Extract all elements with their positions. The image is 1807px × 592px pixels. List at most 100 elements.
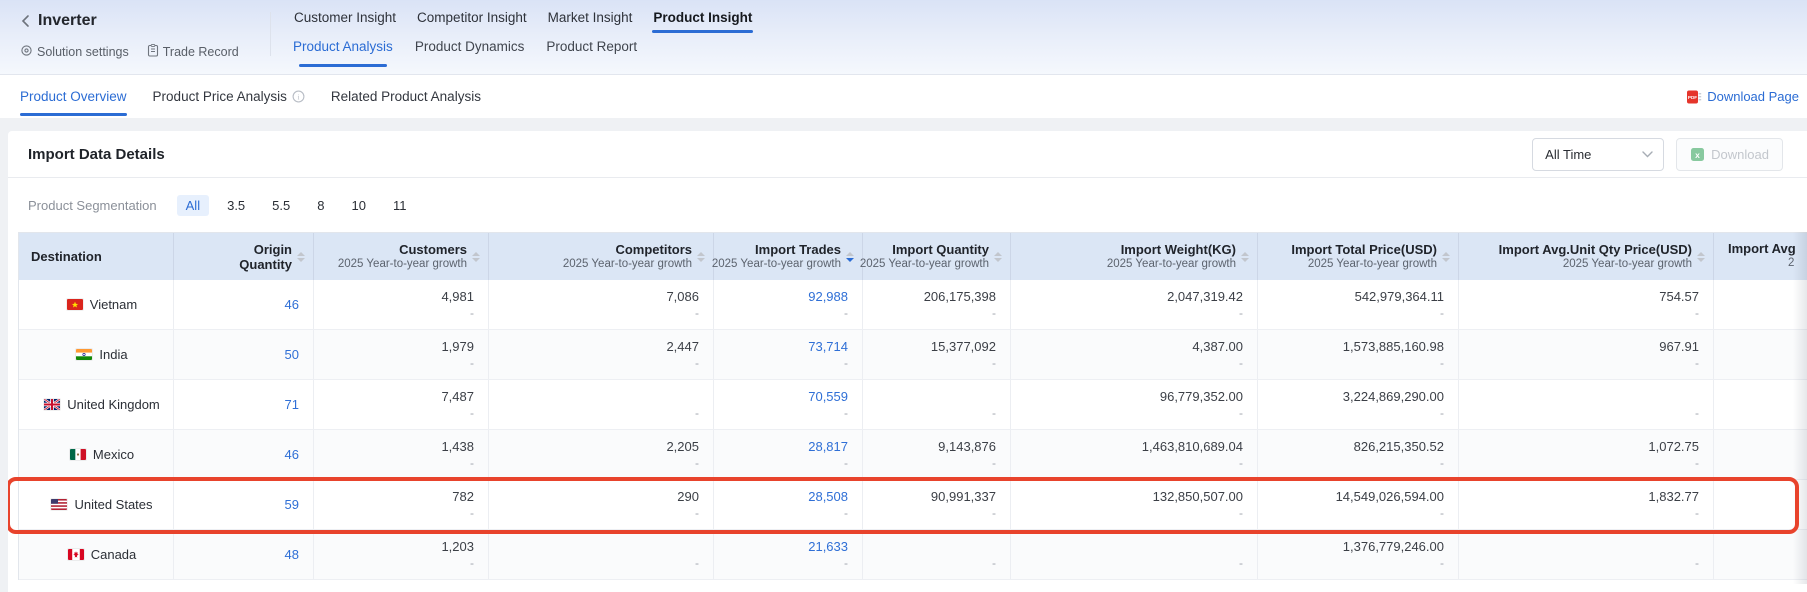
import_quantity-value: 15,377,092	[863, 339, 996, 355]
tab-label: Related Product Analysis	[331, 89, 481, 104]
column-header-competitors[interactable]: Competitors2025 Year-to-year growth	[489, 233, 714, 280]
segment-option-8[interactable]: 8	[308, 195, 333, 216]
nav-item-competitor-insight[interactable]: Competitor Insight	[416, 8, 528, 31]
origin-quantity-link[interactable]: 71	[174, 397, 299, 413]
header-link-trade-record[interactable]: Trade Record	[147, 44, 239, 60]
segment-option-5-5[interactable]: 5.5	[263, 195, 299, 216]
origin-quantity-link[interactable]: 59	[174, 497, 299, 513]
card-controls: All Time x Download	[1532, 138, 1783, 171]
time-filter-dropdown[interactable]: All Time	[1532, 138, 1664, 171]
import_weight-value: 96,779,352.00	[1011, 389, 1243, 405]
sort-icon[interactable]	[472, 252, 480, 262]
table-row-united-states[interactable]: United States59782-290-28,508-90,991,337…	[19, 480, 1807, 530]
table-row-india[interactable]: India501,979-2,447-73,714-15,377,092-4,3…	[19, 330, 1807, 380]
sort-icon[interactable]	[846, 252, 854, 262]
segment-option-11[interactable]: 11	[384, 195, 416, 216]
growth-value: -	[1011, 306, 1243, 321]
segment-option-10[interactable]: 10	[342, 195, 374, 216]
column-title: Import Total Price(USD)2025 Year-to-year…	[1291, 242, 1437, 271]
sort-icon[interactable]	[1241, 252, 1249, 262]
growth-value: -	[863, 556, 996, 571]
growth-value: -	[1258, 406, 1444, 421]
time-filter-value: All Time	[1545, 147, 1591, 162]
column-header-import_avg_unit_qty_price[interactable]: Import Avg.Unit Qty Price(USD)2025 Year-…	[1459, 233, 1714, 280]
column-title: Import Avg.Unit Qty Price(USD)2025 Year-…	[1499, 242, 1692, 271]
table-row-mexico[interactable]: Mexico461,438-2,205-28,817-9,143,876-1,4…	[19, 430, 1807, 480]
column-header-import_trades[interactable]: Import Trades2025 Year-to-year growth	[714, 233, 863, 280]
origin-quantity-link[interactable]: 48	[174, 547, 299, 563]
growth-value: -	[714, 456, 848, 471]
cell-import_avg_cut	[1714, 380, 1807, 429]
cell-destination: India	[19, 330, 174, 379]
origin-quantity-link[interactable]: 50	[174, 347, 299, 363]
column-title: Import Weight(KG)2025 Year-to-year growt…	[1107, 242, 1236, 271]
import_weight-value: 132,850,507.00	[1011, 489, 1243, 505]
import_trades-value[interactable]: 21,633	[714, 539, 848, 555]
import_trades-value[interactable]: 28,508	[714, 489, 848, 505]
growth-value: -	[489, 306, 699, 321]
growth-value: -	[1011, 506, 1243, 521]
column-header-import_quantity[interactable]: Import Quantity2025 Year-to-year growth	[863, 233, 1011, 280]
sort-icon[interactable]	[697, 252, 705, 262]
column-header-import_weight[interactable]: Import Weight(KG)2025 Year-to-year growt…	[1011, 233, 1258, 280]
nav-item-product-analysis[interactable]: Product Analysis	[293, 39, 393, 54]
sort-icon[interactable]	[297, 252, 305, 262]
cell-import_trades: 28,508-	[714, 480, 863, 529]
cell-import_weight: 1,463,810,689.04-	[1011, 430, 1258, 479]
svg-text:x: x	[1695, 150, 1700, 160]
cell-competitors: 2,447-	[489, 330, 714, 379]
sort-icon[interactable]	[994, 252, 1002, 262]
tab-product-price-analysis[interactable]: Product Price Analysisi	[153, 75, 305, 118]
header-link-solution-settings[interactable]: Solution settings	[20, 44, 129, 60]
segment-option-3-5[interactable]: 3.5	[218, 195, 254, 216]
import_quantity-value	[863, 539, 996, 555]
segment-option-all[interactable]: All	[177, 195, 209, 216]
cell-origin_quantity: 59	[174, 480, 314, 529]
nav-item-product-dynamics[interactable]: Product Dynamics	[415, 39, 525, 54]
origin-quantity-link[interactable]: 46	[174, 297, 299, 313]
download-page-link[interactable]: PDF Download Page	[1686, 89, 1799, 105]
cell-import_avg_unit_qty_price: -	[1459, 380, 1714, 429]
cell-import_quantity: 206,175,398-	[863, 280, 1011, 329]
cell-import_trades: 70,559-	[714, 380, 863, 429]
tab-related-product-analysis[interactable]: Related Product Analysis	[331, 75, 481, 118]
import_trades-value[interactable]: 92,988	[714, 289, 848, 305]
column-title: Competitors2025 Year-to-year growth	[563, 242, 692, 271]
back-button[interactable]	[20, 14, 30, 28]
table-row-vietnam[interactable]: Vietnam464,981-7,086-92,988-206,175,398-…	[19, 280, 1807, 330]
download-button[interactable]: x Download	[1676, 138, 1783, 171]
cell-import_quantity: 15,377,092-	[863, 330, 1011, 379]
growth-value: -	[1459, 406, 1699, 421]
import_trades-value[interactable]: 28,817	[714, 439, 848, 455]
import_trades-value[interactable]: 73,714	[714, 339, 848, 355]
nav-item-market-insight[interactable]: Market Insight	[547, 8, 634, 31]
competitors-value: 2,205	[489, 439, 699, 455]
column-header-customers[interactable]: Customers2025 Year-to-year growth	[314, 233, 489, 280]
nav-item-product-report[interactable]: Product Report	[546, 39, 637, 54]
cell-customers: 1,438-	[314, 430, 489, 479]
import_trades-value[interactable]: 70,559	[714, 389, 848, 405]
cell-import_total_price: 542,979,364.11-	[1258, 280, 1459, 329]
nav-item-product-insight[interactable]: Product Insight	[652, 8, 753, 31]
cell-import_avg_cut	[1714, 430, 1807, 479]
uk-flag-icon	[44, 399, 60, 410]
table-row-united-kingdom[interactable]: United Kingdom717,487--70,559--96,779,35…	[19, 380, 1807, 430]
growth-value	[1714, 456, 1807, 471]
column-header-import_avg_cut: Import Avg2	[1714, 233, 1807, 280]
column-title: Import Quantity2025 Year-to-year growth	[860, 242, 989, 271]
sort-icon[interactable]	[1442, 252, 1450, 262]
origin-quantity-link[interactable]: 46	[174, 447, 299, 463]
growth-value: -	[714, 556, 848, 571]
table-row-canada[interactable]: Canada481,203--21,633---1,376,779,246.00…	[19, 530, 1807, 580]
sort-icon[interactable]	[1697, 252, 1705, 262]
column-header-origin_quantity[interactable]: OriginQuantity	[174, 233, 314, 280]
document-icon	[147, 44, 159, 60]
customers-value: 7,487	[314, 389, 474, 405]
column-header-import_total_price[interactable]: Import Total Price(USD)2025 Year-to-year…	[1258, 233, 1459, 280]
import_total_price-value: 14,549,026,594.00	[1258, 489, 1444, 505]
cell-import_weight: 96,779,352.00-	[1011, 380, 1258, 429]
customers-value: 4,981	[314, 289, 474, 305]
header-link-label: Trade Record	[163, 45, 239, 59]
nav-item-customer-insight[interactable]: Customer Insight	[293, 8, 397, 31]
tab-product-overview[interactable]: Product Overview	[20, 75, 127, 118]
